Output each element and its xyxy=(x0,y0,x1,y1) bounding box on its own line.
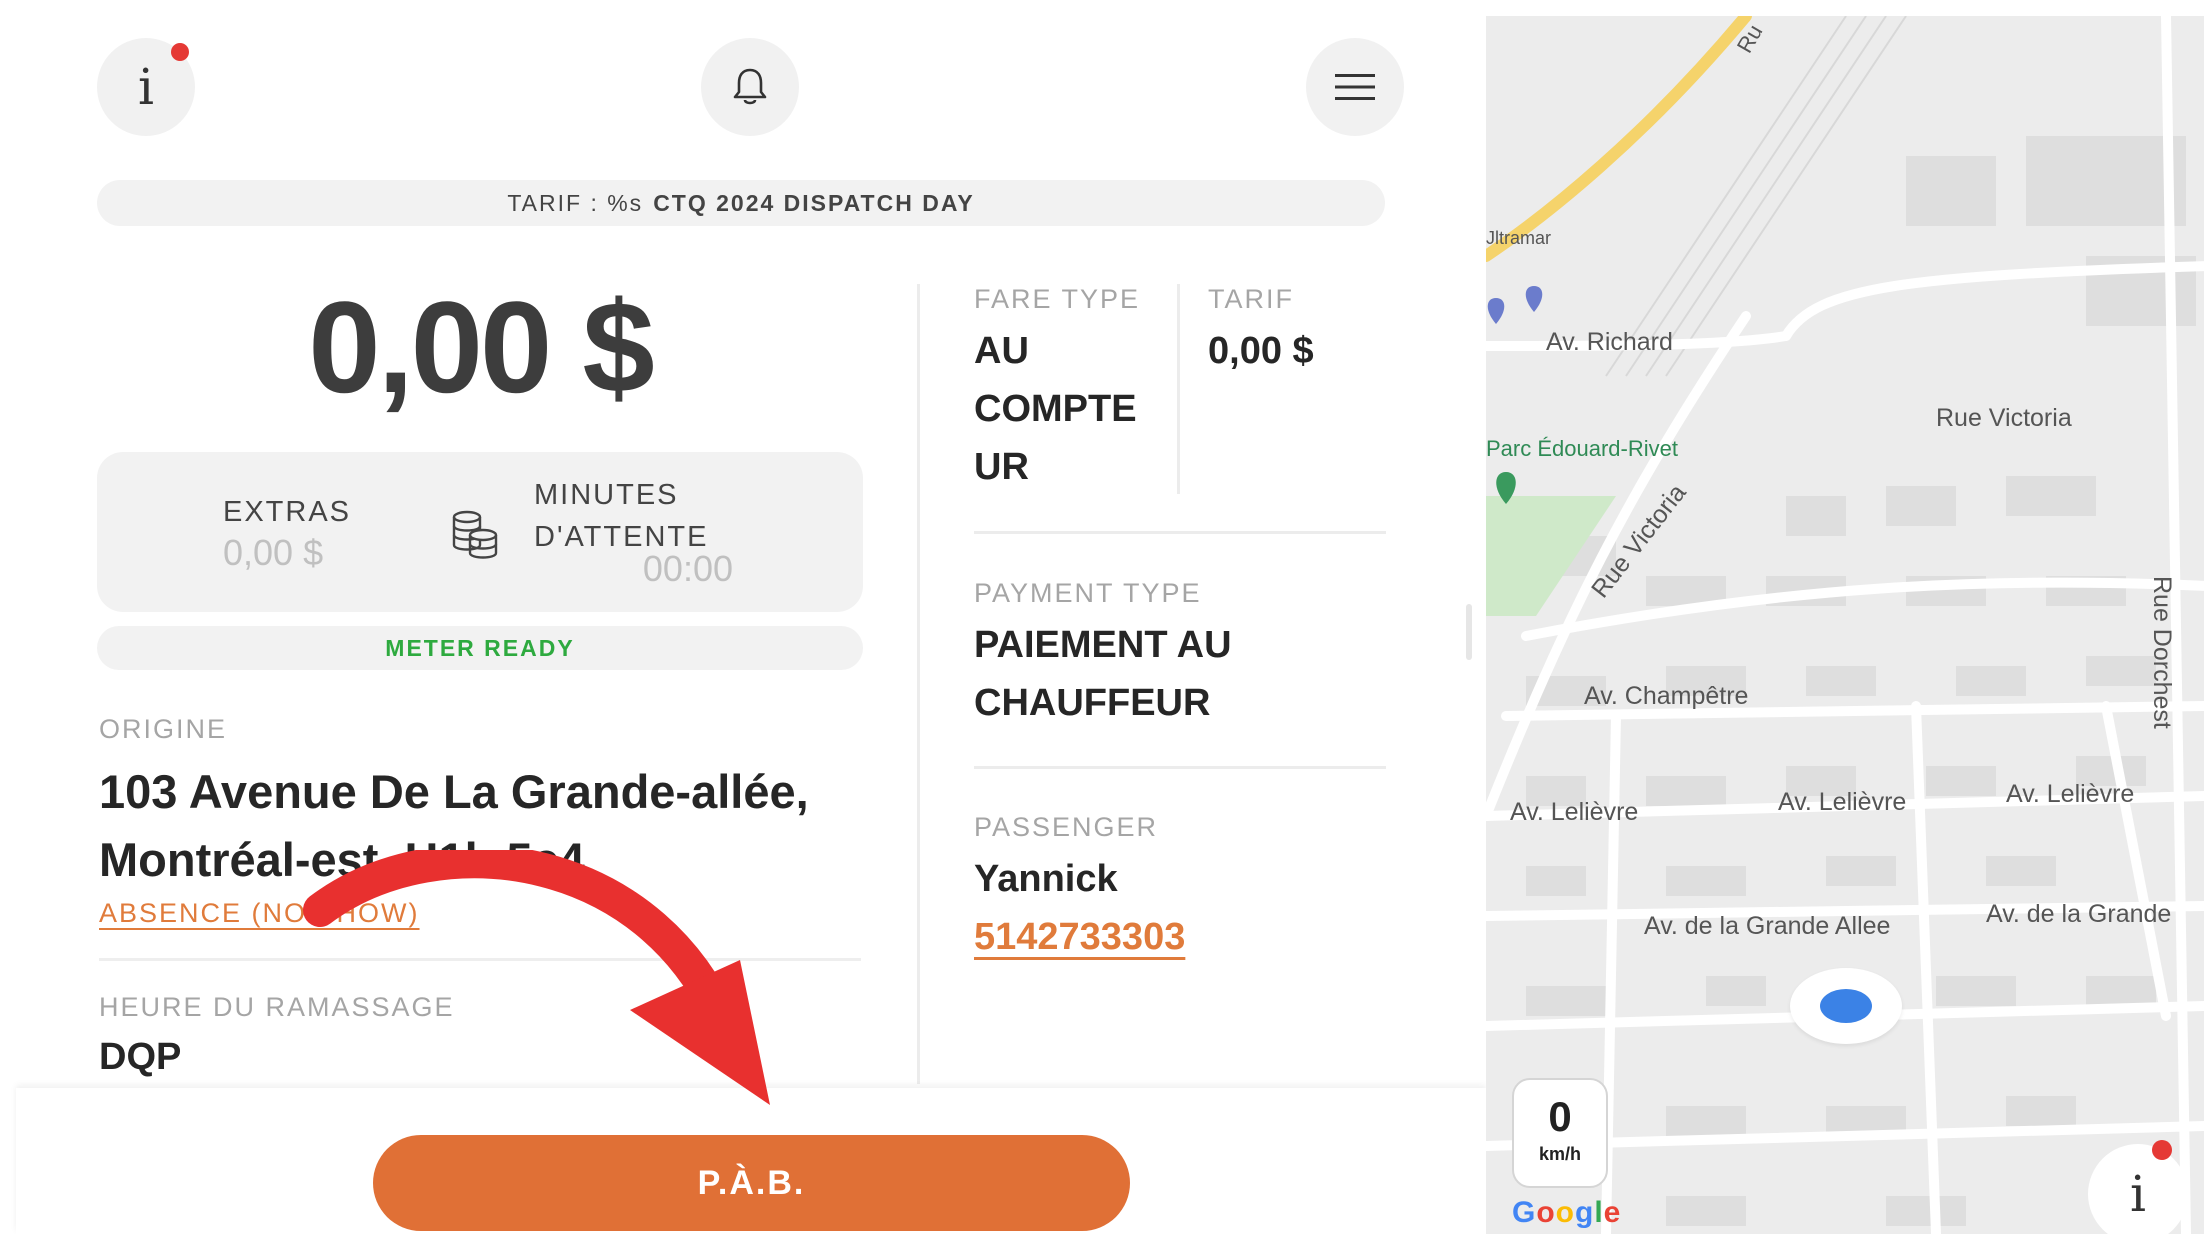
map-street-label: Av. Champêtre xyxy=(1584,682,1749,710)
map-street-label: Av. Lelièvre xyxy=(1778,788,1907,816)
divider xyxy=(974,531,1386,534)
meter-status: METER READY xyxy=(97,626,863,670)
map-street-label: Av. Lelièvre xyxy=(1510,798,1639,826)
scroll-handle[interactable] xyxy=(1466,604,1472,660)
tariff-label: TARIF xyxy=(1208,284,1294,314)
notifications-button[interactable] xyxy=(701,38,799,136)
speed-unit: km/h xyxy=(1538,1144,1581,1164)
payment-type-value: PAIEMENT AU CHAUFFEUR xyxy=(974,624,1232,724)
fare-type-label: FARE TYPE xyxy=(974,284,1141,314)
divider xyxy=(99,958,861,961)
passenger-label: PASSENGER xyxy=(974,812,1159,842)
tariff-name: CTQ 2024 DISPATCH DAY xyxy=(653,189,975,216)
waiting-minutes-value: 00:00 xyxy=(642,548,733,589)
google-logo: Google xyxy=(1512,1196,1622,1229)
tariff-value: 0,00 $ xyxy=(1208,330,1314,372)
map-view[interactable]: Ru Jltramar Av. Richard Rue Victoria Par… xyxy=(1486,16,2204,1234)
hamburger-menu-icon xyxy=(1335,74,1375,100)
passenger-name: Yannick xyxy=(974,858,1118,900)
passenger-phone-link[interactable]: 5142733303 xyxy=(974,916,1185,959)
extras-value: 0,00 $ xyxy=(223,532,324,573)
map-poi-label: Jltramar xyxy=(1486,228,1552,248)
passenger-on-board-button[interactable]: P.À.B. xyxy=(373,1135,1130,1231)
map-street-label: Rue Victoria xyxy=(1936,404,2072,432)
bell-icon xyxy=(733,68,767,105)
map-info-button[interactable]: i xyxy=(2088,1144,2188,1234)
speedometer: 0 km/h xyxy=(1512,1078,1608,1188)
map-park-label: Parc Édouard-Rivet xyxy=(1486,436,1678,461)
extras-label: EXTRAS xyxy=(223,496,352,528)
pickup-time-label: HEURE DU RAMASSAGE xyxy=(99,992,455,1022)
divider xyxy=(1177,284,1180,494)
payment-type-label: PAYMENT TYPE xyxy=(974,578,1202,608)
map-street-label: Av. de la Grande xyxy=(1986,900,2172,928)
fare-type-value: AU COMPTE UR xyxy=(974,330,1137,488)
info-icon: i xyxy=(138,58,154,116)
origin-address: 103 Avenue De La Grande-allée, Montréal-… xyxy=(99,765,809,886)
notification-dot xyxy=(171,43,189,61)
pickup-time-value: DQP xyxy=(99,1036,182,1078)
origin-label: ORIGINE xyxy=(99,714,228,744)
map-street-label: Rue Dorchest xyxy=(2148,576,2176,729)
divider xyxy=(974,766,1386,769)
info-icon: i xyxy=(2130,1165,2146,1223)
taxi-meter-panel: i TARIF : %s CTQ 2024 DISPATCH DAY 0,00 … xyxy=(0,0,1486,1234)
meter-amount: 0,00 $ xyxy=(308,274,654,420)
map-street-label: Av. de la Grande Allee xyxy=(1644,912,1891,940)
column-divider xyxy=(917,284,920,1084)
map-street-label: Av. Lelièvre xyxy=(2006,780,2135,808)
current-location-marker xyxy=(1790,968,1902,1044)
no-show-link[interactable]: ABSENCE (NO SHOW) xyxy=(99,898,420,929)
coins-stack-icon xyxy=(452,510,498,559)
map-background xyxy=(1486,16,2204,1234)
speed-value: 0 xyxy=(1548,1093,1572,1140)
extras-box: EXTRAS 0,00 $ MINUTES D'ATTENTE 00:00 xyxy=(97,452,863,612)
tariff-prefix: TARIF : %s xyxy=(507,189,644,216)
waiting-minutes-label: MINUTES D'ATTENTE xyxy=(534,479,709,553)
notification-dot xyxy=(2152,1140,2172,1160)
map-street-label: Av. Richard xyxy=(1546,328,1673,356)
menu-button[interactable] xyxy=(1306,38,1404,136)
tariff-banner: TARIF : %s CTQ 2024 DISPATCH DAY xyxy=(97,180,1385,226)
